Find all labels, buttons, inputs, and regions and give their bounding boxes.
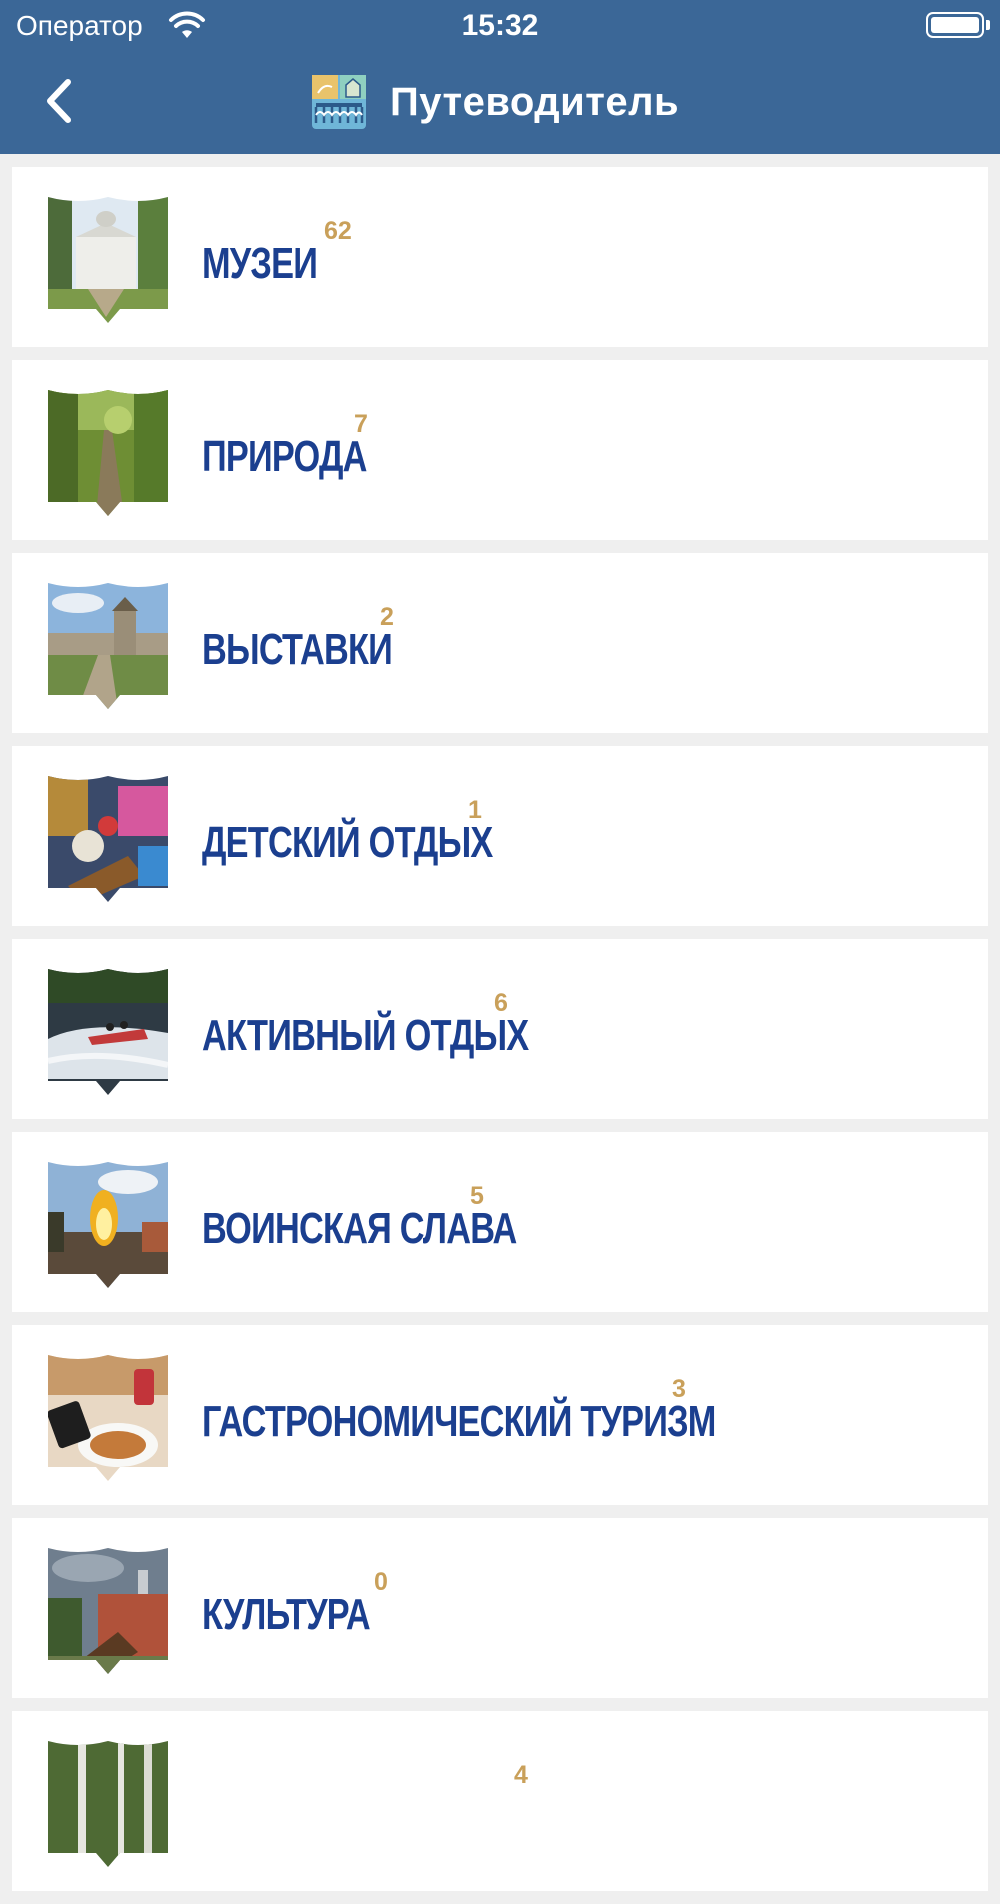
navigation-bar: Путеводитель xyxy=(0,52,1000,154)
page-title: Путеводитель xyxy=(390,79,680,124)
jet-boat-river-photo xyxy=(48,969,168,1095)
category-title: природа xyxy=(202,432,367,481)
category-item-nature[interactable]: природа 7 xyxy=(12,360,988,540)
nav-title-group: Путеводитель xyxy=(310,72,679,132)
category-item-museums[interactable]: музеи 62 xyxy=(12,167,988,347)
clock: 15:32 xyxy=(461,9,539,42)
category-count: 3 xyxy=(672,1375,686,1403)
memorial-flame-photo xyxy=(48,1162,168,1288)
category-count: 0 xyxy=(374,1568,388,1596)
food-table-photo xyxy=(48,1355,168,1481)
birch-forest-photo xyxy=(48,1741,168,1867)
category-list: музеи 62 природа 7 xyxy=(12,167,988,1904)
category-item-exhibitions[interactable]: выставки 2 xyxy=(12,553,988,733)
category-title: выставки xyxy=(202,625,393,674)
category-item-kids[interactable]: детский отдых 1 xyxy=(12,746,988,926)
brick-church-photo xyxy=(48,1548,168,1674)
manor-house-photo xyxy=(48,197,168,323)
category-count: 4 xyxy=(514,1761,528,1789)
city-emblem-icon xyxy=(312,75,366,129)
category-item-culture[interactable]: культура 0 xyxy=(12,1518,988,1698)
app-header: Оператор 15:32 Путеводитель xyxy=(0,0,1000,154)
category-item-active-rest[interactable]: активный отдых 6 xyxy=(12,939,988,1119)
category-count: 5 xyxy=(470,1182,484,1210)
category-count: 7 xyxy=(354,410,368,438)
chevron-left-icon[interactable] xyxy=(36,72,84,130)
category-title: музеи xyxy=(202,239,318,288)
category-count: 6 xyxy=(494,989,508,1017)
category-title: детский отдых xyxy=(202,818,493,867)
category-item-partial[interactable]: 4 xyxy=(12,1711,988,1891)
category-count: 2 xyxy=(380,603,394,631)
carousel-toys-photo xyxy=(48,776,168,902)
fortress-wall-photo xyxy=(48,583,168,709)
category-count: 62 xyxy=(324,217,352,245)
status-bar: Оператор 15:32 xyxy=(0,0,1000,52)
battery-tip xyxy=(986,20,990,30)
category-title: гастрономический туризм xyxy=(202,1397,716,1446)
category-title: воинская слава xyxy=(202,1204,517,1253)
category-item-gastronomy[interactable]: гастрономический туризм 3 xyxy=(12,1325,988,1505)
category-title: культура xyxy=(202,1590,371,1639)
category-item-military-glory[interactable]: воинская слава 5 xyxy=(12,1132,988,1312)
category-count: 1 xyxy=(468,796,482,824)
battery-icon xyxy=(926,12,984,38)
forest-path-photo xyxy=(48,390,168,516)
category-title: активный отдых xyxy=(202,1011,529,1060)
